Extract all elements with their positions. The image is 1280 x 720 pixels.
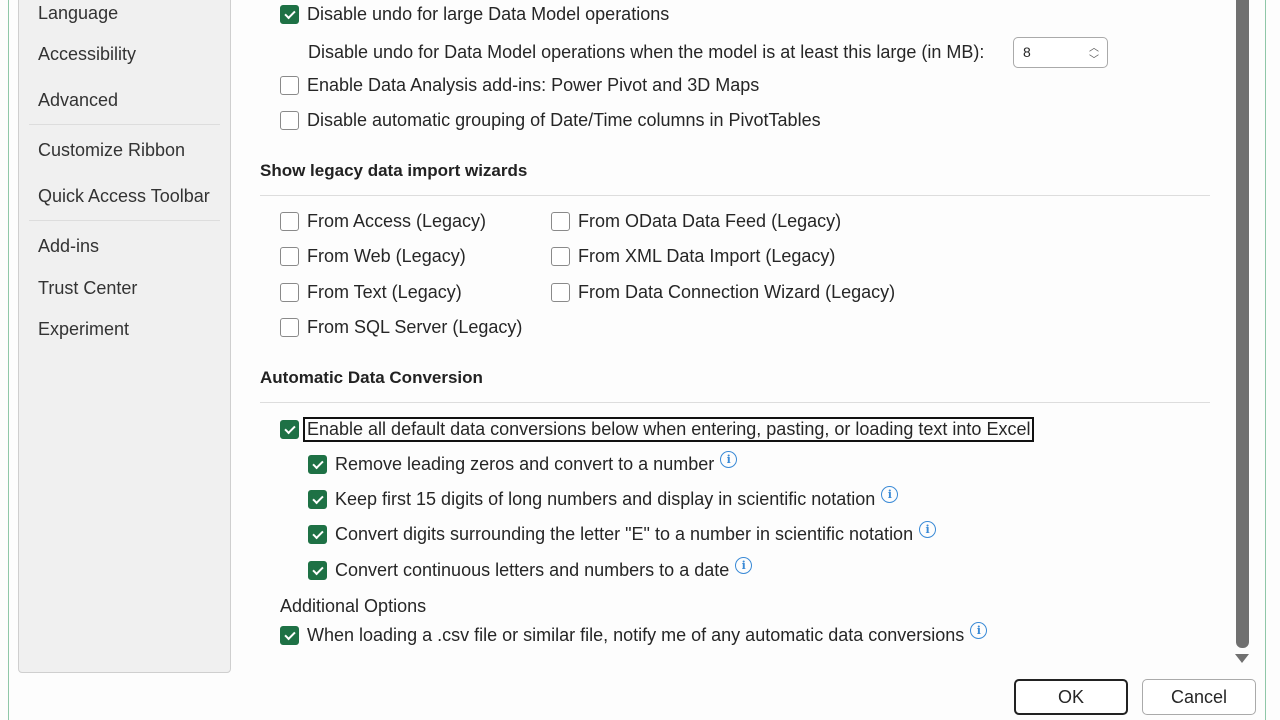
checkbox[interactable] [280,626,299,645]
checkbox[interactable] [308,490,327,509]
option-label: When loading a .csv file or similar file… [307,625,965,645]
option-label: From Text (Legacy) [307,282,462,302]
vertical-scrollbar-thumb[interactable] [1236,0,1249,648]
option-label: Convert digits surrounding the letter "E… [335,524,914,544]
option-label: From Web (Legacy) [307,246,466,266]
legacy-section-title: Show legacy data import wizards [260,161,528,180]
checkbox[interactable] [280,76,299,95]
checkbox[interactable] [551,283,570,302]
checkbox[interactable] [280,318,299,337]
info-icon[interactable]: i [735,557,753,574]
conversion-section-title: Automatic Data Conversion [260,368,483,387]
options-content: Disable undo for large Data Model operat… [240,0,1230,680]
option-label: Keep first 15 digits of long numbers and… [335,489,876,509]
option-label: From OData Data Feed (Legacy) [578,211,842,231]
option-label: Remove leading zeros and convert to a nu… [335,454,715,474]
sidebar-item-advanced[interactable]: Advanced [38,90,118,111]
checkbox[interactable] [280,283,299,302]
additional-options-label: Additional Options [280,596,427,616]
sidebar-divider [29,124,220,125]
sidebar-item-experiment[interactable]: Experiment [38,319,129,340]
sidebar-divider [29,220,220,221]
legacy-sql-option[interactable]: From SQL Server (Legacy) [280,317,522,338]
checkbox[interactable] [308,525,327,544]
checkbox[interactable] [280,420,299,439]
info-icon[interactable]: i [970,622,988,639]
divider [260,195,1210,196]
option-label: Disable undo for large Data Model operat… [307,4,670,24]
enable-all-conversions-option[interactable]: Enable all default data conversions belo… [280,417,1035,442]
legacy-xml-option[interactable]: From XML Data Import (Legacy) [551,246,835,267]
option-label: From SQL Server (Legacy) [307,317,523,337]
legacy-text-option[interactable]: From Text (Legacy) [280,282,462,303]
sidebar-item-customize-ribbon[interactable]: Customize Ribbon [38,140,185,161]
option-label: From XML Data Import (Legacy) [578,246,836,266]
csv-notify-option[interactable]: When loading a .csv file or similar file… [280,622,988,646]
undo-size-label: Disable undo for Data Model operations w… [308,42,985,62]
divider [260,402,1210,403]
scroll-down-arrow-icon[interactable] [1235,654,1249,663]
sidebar-item-language[interactable]: Language [38,3,118,24]
checkbox[interactable] [308,561,327,580]
option-label: Convert continuous letters and numbers t… [335,560,730,580]
option-label: Disable automatic grouping of Date/Time … [307,110,821,130]
legacy-web-option[interactable]: From Web (Legacy) [280,246,466,267]
chevron-down-icon[interactable]: ﹀ [1089,51,1099,66]
checkbox[interactable] [280,247,299,266]
disable-undo-option[interactable]: Disable undo for large Data Model operat… [280,4,669,25]
option-label: From Data Connection Wizard (Legacy) [578,282,896,302]
checkbox[interactable] [280,212,299,231]
info-icon[interactable]: i [720,451,738,468]
option-label: Enable Data Analysis add-ins: Power Pivo… [307,75,760,95]
disable-grouping-option[interactable]: Disable automatic grouping of Date/Time … [280,110,821,131]
option-label: Enable all default data conversions belo… [302,417,1035,442]
sidebar: Language Accessibility Advanced Customiz… [18,0,231,673]
sidebar-item-accessibility[interactable]: Accessibility [38,44,136,65]
convert-to-date-option[interactable]: Convert continuous letters and numbers t… [308,557,753,581]
spinner-value: 8 [1023,44,1031,60]
sidebar-item-add-ins[interactable]: Add-ins [38,236,99,257]
legacy-odata-option[interactable]: From OData Data Feed (Legacy) [551,211,841,232]
undo-size-spinner[interactable]: 8 ︿ ﹀ [1013,37,1108,68]
legacy-connection-wizard-option[interactable]: From Data Connection Wizard (Legacy) [551,282,895,303]
checkbox[interactable] [551,212,570,231]
enable-addins-option[interactable]: Enable Data Analysis add-ins: Power Pivo… [280,75,759,96]
remove-leading-zeros-option[interactable]: Remove leading zeros and convert to a nu… [308,451,738,475]
sidebar-item-quick-access-toolbar[interactable]: Quick Access Toolbar [38,186,210,207]
info-icon[interactable]: i [881,486,899,503]
option-label: From Access (Legacy) [307,211,487,231]
convert-e-notation-option[interactable]: Convert digits surrounding the letter "E… [308,521,937,545]
checkbox[interactable] [551,247,570,266]
checkbox[interactable] [280,5,299,24]
cancel-button[interactable]: Cancel [1142,679,1256,715]
ok-button[interactable]: OK [1014,679,1128,715]
legacy-access-option[interactable]: From Access (Legacy) [280,211,486,232]
keep-15-digits-option[interactable]: Keep first 15 digits of long numbers and… [308,486,899,510]
info-icon[interactable]: i [919,521,937,538]
sidebar-item-trust-center[interactable]: Trust Center [38,278,137,299]
checkbox[interactable] [280,111,299,130]
checkbox[interactable] [308,455,327,474]
